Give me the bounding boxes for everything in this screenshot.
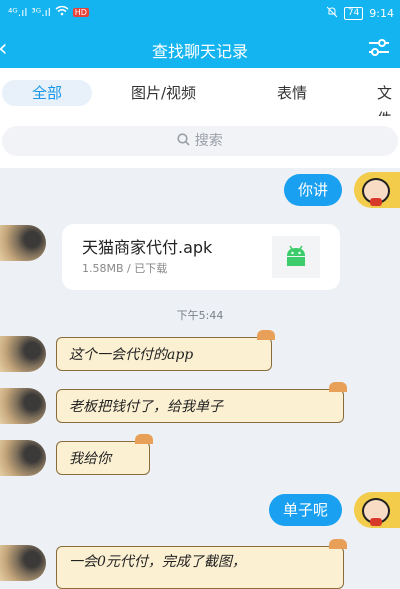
sticker-message[interactable]: 我给你: [56, 434, 153, 475]
signal-icon-2: ³ᴳ.ıl: [31, 6, 51, 19]
wifi-icon: [55, 5, 69, 19]
top-bar: ‹ 查找聊天记录: [0, 28, 400, 68]
status-bar: ⁴ᴳ.ıl ³ᴳ.ıl HD 74 9:14: [0, 0, 400, 28]
my-avatar[interactable]: [354, 492, 400, 528]
tab-files[interactable]: 文件: [377, 80, 400, 128]
tab-stickers[interactable]: 表情: [277, 80, 307, 106]
file-name: 天猫商家代付.apk: [82, 238, 213, 257]
clock: 9:14: [369, 7, 394, 20]
timestamp: 下午5:44: [176, 309, 224, 322]
cat-ears-icon: [257, 330, 275, 340]
file-meta: 1.58MB / 已下载: [82, 262, 168, 275]
cat-ears-icon: [135, 434, 153, 444]
contact-avatar[interactable]: [0, 336, 46, 372]
cat-ears-icon: [329, 539, 347, 549]
battery-icon: 74: [343, 7, 364, 20]
tab-all[interactable]: 全部: [2, 80, 93, 106]
search-icon: [177, 133, 194, 149]
page-title: 查找聊天记录: [151, 42, 248, 61]
filter-icon[interactable]: [368, 38, 390, 58]
tab-bar: 全部 图片/视频 表情 文件: [0, 68, 400, 128]
my-avatar[interactable]: [354, 172, 400, 208]
contact-avatar[interactable]: [0, 545, 46, 581]
hd-badge: HD: [72, 8, 89, 17]
mute-icon: [326, 6, 338, 21]
search-placeholder: 搜索: [194, 133, 223, 149]
message-bubble[interactable]: 单子呢: [268, 494, 342, 526]
sticker-message[interactable]: 老板把钱付了，给我单子: [56, 382, 347, 423]
contact-avatar[interactable]: [0, 440, 46, 476]
message-text: 老板把钱付了，给我单子: [69, 399, 223, 415]
file-message-card[interactable]: 天猫商家代付.apk 1.58MB / 已下载: [62, 224, 340, 290]
signal-icon: ⁴ᴳ.ıl: [8, 6, 28, 19]
contact-avatar[interactable]: [0, 225, 46, 261]
search-area: 搜索: [0, 116, 400, 168]
message-text: 这个一会代付的app: [69, 347, 194, 363]
cat-ears-icon: [329, 382, 347, 392]
search-input[interactable]: 搜索: [2, 126, 398, 156]
message-bubble[interactable]: 你讲: [283, 174, 342, 206]
sticker-message[interactable]: 这个一会代付的app: [56, 330, 275, 371]
contact-avatar[interactable]: [0, 388, 46, 424]
apk-file-icon: [272, 236, 320, 278]
tab-images-videos[interactable]: 图片/视频: [131, 80, 196, 106]
sticker-message[interactable]: 一会0元代付，完成了截图，: [56, 539, 347, 589]
message-text: 我给你: [69, 451, 111, 467]
message-text: 一会0元代付，完成了截图，: [69, 554, 246, 570]
